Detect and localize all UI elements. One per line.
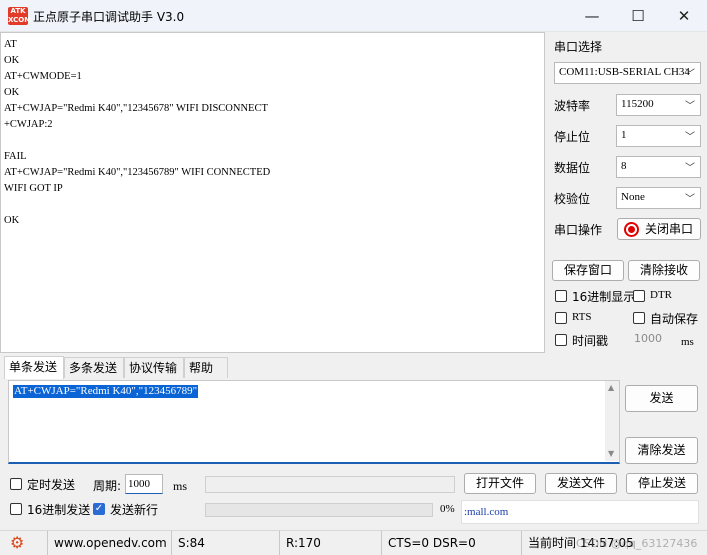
serial-op-label: 串口操作 [554,223,603,237]
status-received-count: R:170 [280,531,382,555]
status-signals: CTS=0 DSR=0 DCD=0 [382,531,522,555]
window-title: 正点原子串口调试助手 V3.0 [33,10,185,24]
status-url[interactable]: www.openedv.com [48,531,172,555]
parity-select[interactable]: None ﹀ [616,187,701,209]
hex-send-checkbox[interactable] [10,503,22,515]
auto-save-checkbox[interactable] [633,312,645,324]
open-file-button[interactable]: 打开文件 [464,473,536,494]
logo-text-bottom: XCOM [8,16,32,24]
stop-send-button[interactable]: 停止发送 [626,473,698,494]
send-newline-label: 发送新行 [110,503,159,517]
port-select-label: 串口选择 [554,40,603,54]
dtr-checkbox[interactable] [633,290,645,302]
databits-select-value: 8 [621,160,627,172]
chevron-down-icon: ﹀ [685,69,695,80]
status-bar: ⚙ www.openedv.com S:84 R:170 CTS=0 DSR=0… [0,530,707,555]
scroll-down-icon[interactable]: ▼ [608,449,614,458]
ad-link[interactable]: :mall.com [461,500,699,524]
period-input[interactable]: 1000 [125,474,163,494]
save-window-button[interactable]: 保存窗口 [552,260,624,281]
timed-send-label: 定时发送 [27,478,76,492]
clear-receive-button[interactable]: 清除接收 [628,260,700,281]
timed-send-checkbox[interactable] [10,478,22,490]
watermark: CSDN @qq_63127436 [576,537,698,550]
baud-select[interactable]: 115200 ﹀ [616,94,701,116]
rts-checkbox[interactable] [555,312,567,324]
stopbits-select-value: 1 [621,129,627,141]
parity-select-value: None [621,191,645,203]
hex-display-checkbox[interactable] [555,290,567,302]
file-path-bar [205,476,455,493]
baud-select-value: 115200 [621,98,654,110]
receive-textarea[interactable]: AT OK AT+CWMODE=1 OK AT+CWJAP="Redmi K40… [0,32,545,353]
timestamp-input[interactable]: 1000 [634,332,662,345]
hex-send-label: 16进制发送 [27,503,91,517]
scroll-up-icon[interactable]: ▲ [608,383,614,392]
baud-label: 波特率 [554,99,591,113]
databits-label: 数据位 [554,161,591,175]
tab-multi-send[interactable]: 多条发送 [64,357,124,378]
send-progress-bar [205,503,433,517]
timestamp-checkbox[interactable] [555,334,567,346]
port-status-icon [624,222,639,237]
send-text-selection: AT+CWJAP="Redmi K40","123456789" [13,385,199,398]
send-file-button[interactable]: 发送文件 [545,473,617,494]
port-status-dot [628,226,635,233]
title-bar: ATK XCOM 正点原子串口调试助手 V3.0 — ☐ ✕ [0,0,707,32]
auto-save-label: 自动保存 [650,312,699,326]
send-progress-label: 0% [440,503,455,515]
chevron-down-icon: ﹀ [685,132,695,143]
stopbits-label: 停止位 [554,130,591,144]
port-select[interactable]: COM11:USB-SERIAL CH34 ﹀ [554,62,701,84]
logo-text-top: ATK [10,7,26,15]
tab-single-send[interactable]: 单条发送 [4,356,64,379]
send-scrollbar[interactable]: ▲ ▼ [605,381,619,461]
send-newline-checkbox[interactable]: ✓ [93,503,105,515]
stopbits-select[interactable]: 1 ﹀ [616,125,701,147]
close-icon[interactable]: ✕ [661,0,707,32]
period-label: 周期: [93,479,122,493]
status-sent-count: S:84 [172,531,280,555]
dtr-label: DTR [650,289,672,301]
send-textarea[interactable]: AT+CWJAP="Redmi K40","123456789" ▲ ▼ [8,380,620,464]
tab-help[interactable]: 帮助 [184,357,228,378]
clear-send-button[interactable]: 清除发送 [625,437,698,464]
databits-select[interactable]: 8 ﹀ [616,156,701,178]
timestamp-label: 时间戳 [572,334,609,348]
maximize-icon[interactable]: ☐ [615,0,661,32]
rts-label: RTS [572,311,592,323]
port-select-value: COM11:USB-SERIAL CH34 [559,66,690,78]
chevron-down-icon: ﹀ [685,163,695,174]
hex-display-label: 16进制显示 [572,290,636,304]
chevron-down-icon: ﹀ [685,101,695,112]
close-port-label: 关闭串口 [645,222,694,236]
app-logo-icon: ATK XCOM [8,7,32,25]
gear-icon[interactable]: ⚙ [0,531,48,555]
chevron-down-icon: ﹀ [685,194,695,205]
period-unit: ms [173,479,188,493]
send-button[interactable]: 发送 [625,385,698,412]
minimize-icon[interactable]: — [569,0,615,32]
parity-label: 校验位 [554,192,591,206]
tab-protocol[interactable]: 协议传输 [124,357,184,378]
close-port-button[interactable]: 关闭串口 [617,218,701,240]
timestamp-unit: ms [681,336,694,348]
